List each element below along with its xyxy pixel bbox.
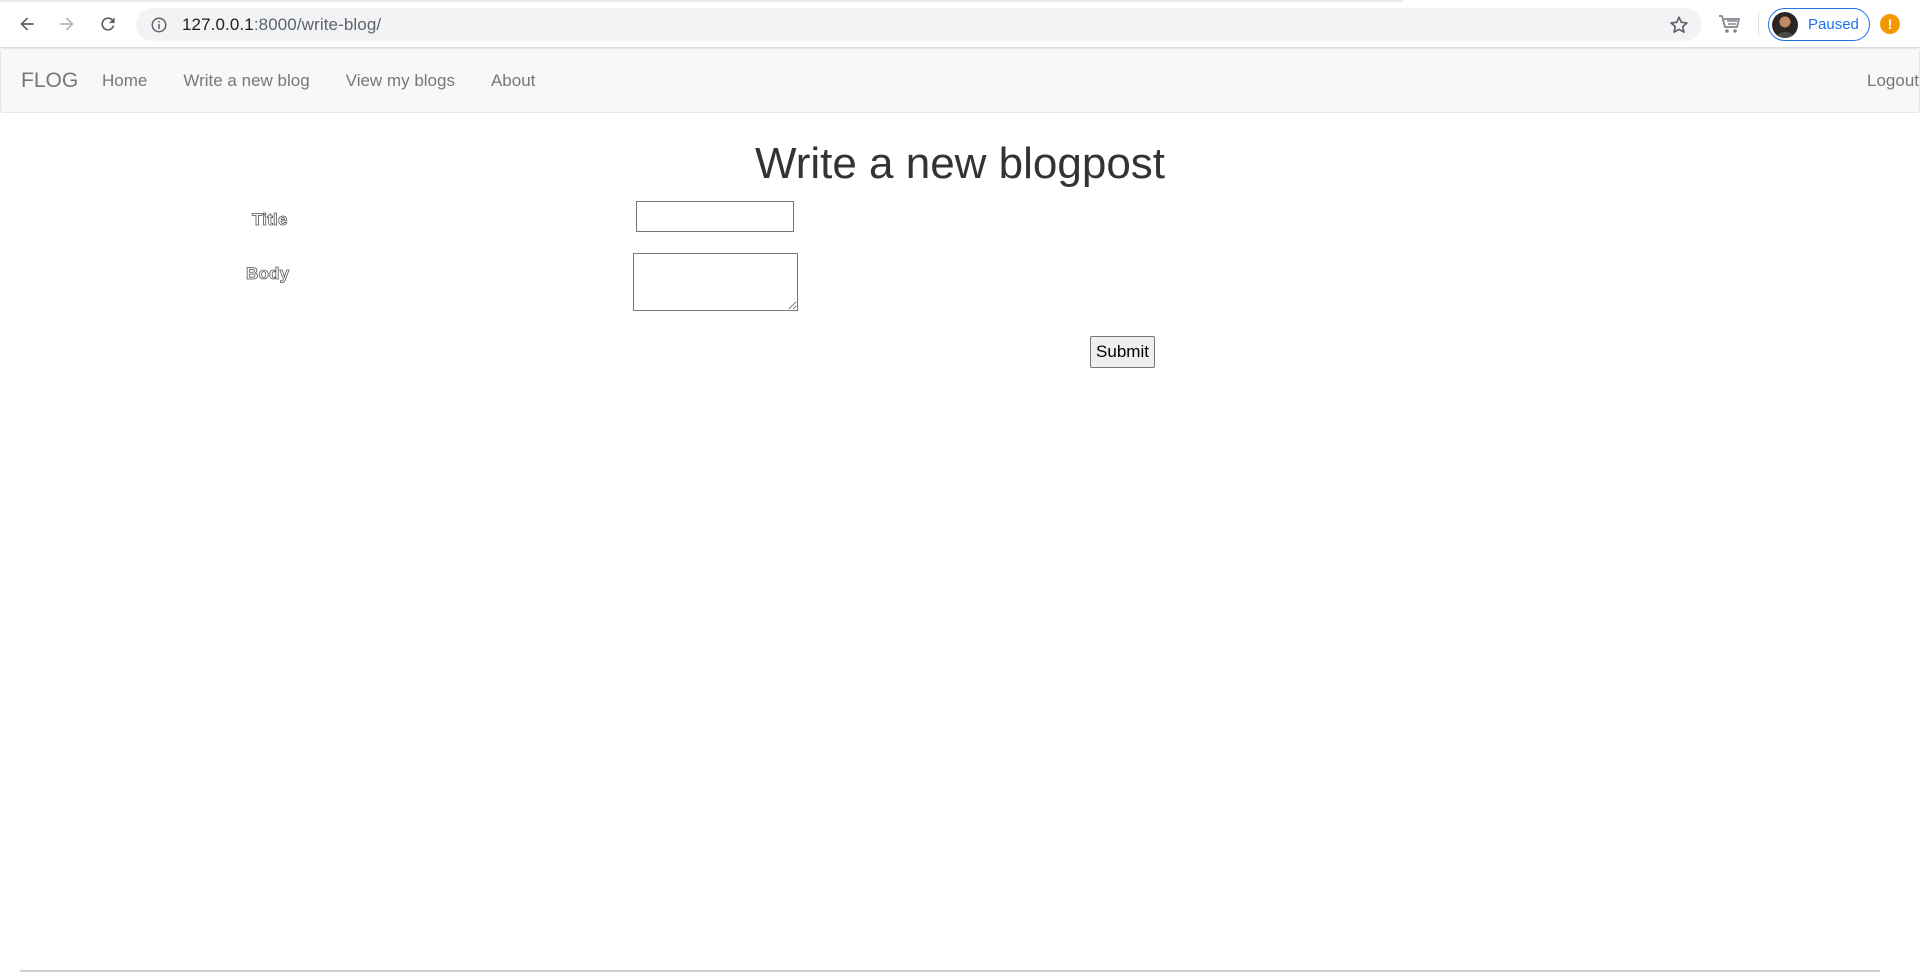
profile-status: Paused xyxy=(1808,16,1859,33)
back-button[interactable] xyxy=(13,10,41,38)
horizontal-scrollbar[interactable] xyxy=(20,970,1880,972)
forward-button[interactable] xyxy=(53,10,81,38)
nav-view-blogs[interactable]: View my blogs xyxy=(328,49,473,112)
exclamation-circle-icon[interactable]: ! xyxy=(1880,14,1900,34)
nav-write-blog[interactable]: Write a new blog xyxy=(165,49,327,112)
address-bar[interactable]: 127.0.0.1:8000/write-blog/ xyxy=(136,8,1702,41)
url-path: :8000/write-blog/ xyxy=(253,14,382,34)
title-label: Title xyxy=(252,210,288,230)
arrow-right-icon xyxy=(60,17,74,31)
nav-links: Home Write a new blog View my blogs Abou… xyxy=(84,49,553,112)
body-textarea[interactable] xyxy=(633,253,798,311)
brand-link[interactable]: FLOG xyxy=(21,69,78,93)
submit-button[interactable]: Submit xyxy=(1090,336,1155,368)
logout-link[interactable]: Logout xyxy=(1867,71,1919,91)
cart-icon[interactable] xyxy=(1717,12,1743,36)
reload-icon xyxy=(101,17,115,31)
title-input[interactable] xyxy=(636,201,794,232)
toolbar-divider xyxy=(1758,13,1759,35)
site-navbar: FLOG Home Write a new blog View my blogs… xyxy=(0,48,1920,113)
profile-button[interactable]: Paused xyxy=(1768,8,1870,41)
nav-about[interactable]: About xyxy=(473,49,553,112)
url-host: 127.0.0.1 xyxy=(182,14,254,34)
url-text: 127.0.0.1:8000/write-blog/ xyxy=(182,15,381,35)
info-icon[interactable] xyxy=(150,16,168,34)
page-title: Write a new blogpost xyxy=(754,139,1166,188)
tab-strip-edge xyxy=(0,0,1403,2)
reload-button[interactable] xyxy=(94,10,122,38)
browser-toolbar: 127.0.0.1:8000/write-blog/ Paused ! xyxy=(0,0,1920,48)
avatar xyxy=(1772,11,1798,38)
nav-home[interactable]: Home xyxy=(84,49,165,112)
arrow-left-icon xyxy=(20,17,34,31)
body-label: Body xyxy=(246,264,290,284)
star-icon[interactable] xyxy=(1668,14,1690,36)
